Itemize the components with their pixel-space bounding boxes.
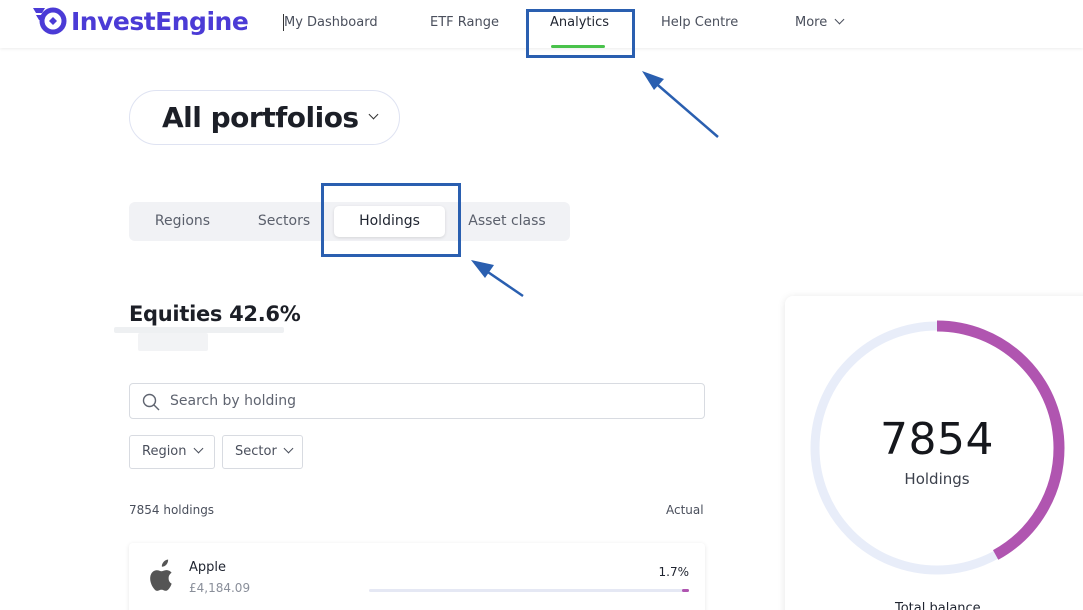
holding-name: Apple [189, 560, 227, 575]
page-root: InvestEngine My Dashboard ETF Range Anal… [0, 0, 1083, 610]
holdings-total-label: Holdings [904, 470, 970, 488]
holdings-summary-card: 7854 Holdings Total balance [785, 296, 1083, 610]
equities-heading: Equities 42.6% [129, 302, 301, 326]
holdings-count-label: 7854 holdings [129, 503, 215, 517]
search-input[interactable] [170, 384, 690, 418]
tab-regions[interactable]: Regions [139, 202, 226, 241]
brand-name: InvestEngine [71, 6, 249, 36]
holding-share-bar [369, 589, 689, 592]
nav-more[interactable]: More [795, 14, 845, 30]
holding-value: £4,184.09 [189, 581, 251, 595]
invest-engine-logo-icon [31, 6, 69, 36]
brand-logo[interactable]: InvestEngine [31, 6, 249, 36]
region-filter-label: Region [142, 444, 187, 459]
sector-filter-label: Sector [235, 444, 277, 459]
chevron-down-icon [193, 443, 203, 454]
annotation-box-analytics [526, 9, 635, 58]
apple-icon [146, 559, 176, 595]
portfolio-selector[interactable]: All portfolios [129, 90, 400, 145]
sector-filter[interactable]: Sector [222, 435, 303, 469]
annotation-arrow-analytics [642, 71, 719, 138]
list-item[interactable]: Apple £4,184.09 1.7% [129, 543, 705, 610]
holding-percent: 1.7% [658, 565, 690, 579]
holding-search [129, 383, 705, 419]
chevron-down-icon [368, 109, 379, 120]
nav-more-label: More [795, 15, 828, 30]
annotation-box-holdings [321, 183, 461, 257]
annotation-arrow-holdings [471, 260, 524, 298]
search-icon [142, 393, 160, 411]
chevron-down-icon [283, 443, 294, 454]
redacted-text [138, 333, 208, 351]
nav-my-dashboard[interactable]: My Dashboard [284, 15, 378, 30]
actual-column-label: Actual [666, 503, 704, 517]
portfolio-selector-label: All portfolios [162, 101, 359, 134]
tab-asset-class[interactable]: Asset class [458, 202, 556, 241]
nav-etf-range[interactable]: ETF Range [430, 15, 499, 30]
tab-sectors[interactable]: Sectors [247, 202, 321, 241]
holdings-total-number: 7854 [880, 414, 994, 465]
total-balance-label: Total balance [895, 601, 981, 610]
region-filter[interactable]: Region [129, 435, 215, 469]
chevron-down-icon [834, 14, 845, 25]
holding-share-fill [682, 589, 689, 592]
nav-help-centre[interactable]: Help Centre [661, 15, 738, 30]
